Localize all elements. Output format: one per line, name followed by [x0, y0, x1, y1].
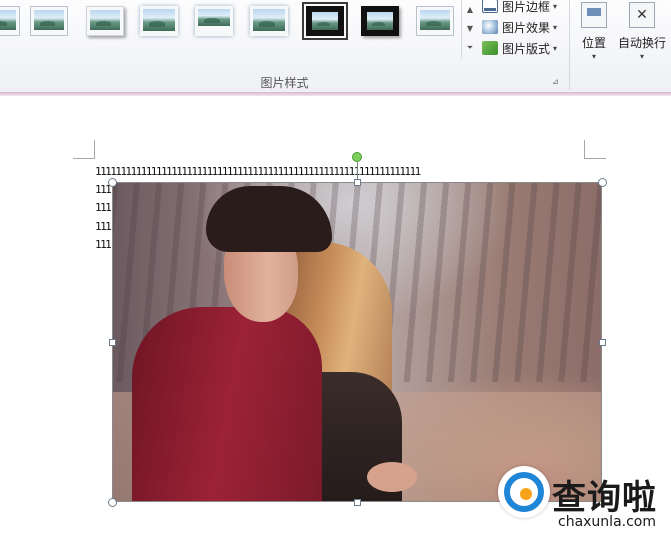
picture-style-thumb-selected[interactable] [302, 2, 348, 40]
margin-corner-left [94, 140, 95, 158]
text-line: 1111111111111111111111111111111111111111… [95, 165, 421, 178]
rotate-handle[interactable] [352, 152, 362, 162]
resize-handle-bottom[interactable] [354, 499, 361, 506]
position-icon [581, 2, 607, 28]
dialog-launcher-icon[interactable]: ⊿ [552, 77, 562, 87]
picture-effect-label: 图片效果 [502, 20, 551, 35]
wrap-text-button[interactable]: ✕ 自动换行 ▾ [616, 0, 668, 66]
position-button[interactable]: 位置 ▾ [573, 0, 615, 66]
chevron-down-icon: ▾ [553, 43, 558, 53]
wrap-text-label: 自动换行 [617, 36, 666, 50]
gallery-more-icon[interactable]: ⏷ [462, 38, 478, 57]
margin-corner-right [584, 158, 606, 159]
chevron-down-icon: ▾ [639, 52, 644, 61]
picture-border-label: 图片边框 [502, 0, 551, 14]
watermark-title: 查询啦 [552, 478, 657, 518]
resize-handle-right[interactable] [599, 339, 606, 346]
gallery-down-icon[interactable]: ▼ [462, 19, 478, 38]
picture-style-thumb[interactable] [195, 6, 233, 36]
resize-handle-bottom-left[interactable] [108, 498, 117, 507]
selection-frame [112, 182, 602, 502]
picture-style-thumb[interactable] [0, 6, 20, 36]
resize-handle-top-right[interactable] [598, 178, 607, 187]
watermark: 查询啦 chaxunla.com [490, 462, 671, 538]
chevron-down-icon: ▾ [553, 22, 558, 32]
picture-effect-icon [482, 20, 498, 34]
picture-border-icon [482, 0, 498, 13]
group-label-picture-styles: 图片样式 [260, 76, 309, 90]
picture-layout-button[interactable]: 图片版式 ▾ [482, 38, 557, 58]
margin-corner-left [73, 158, 95, 159]
watermark-url: chaxunla.com [558, 514, 656, 530]
picture-layout-label: 图片版式 [502, 41, 551, 56]
gallery-up-icon[interactable]: ▲ [462, 0, 478, 19]
picture-border-button[interactable]: 图片边框 ▾ [482, 0, 557, 16]
search-logo-icon [504, 472, 544, 512]
picture-style-thumb[interactable] [86, 6, 124, 36]
chevron-down-icon: ▾ [591, 52, 596, 61]
position-label: 位置 [581, 36, 606, 50]
picture-style-thumb[interactable] [30, 6, 68, 36]
chevron-down-icon: ▾ [553, 1, 558, 11]
group-separator [569, 0, 570, 90]
resize-handle-top-left[interactable] [108, 178, 117, 187]
picture-style-thumb[interactable] [416, 6, 454, 36]
resize-handle-left[interactable] [109, 339, 116, 346]
picture-style-thumb[interactable] [140, 6, 178, 36]
gallery-scroll: ▲ ▼ ⏷ [461, 0, 478, 58]
picture-effect-button[interactable]: 图片效果 ▾ [482, 17, 557, 37]
picture-styles-gallery [0, 2, 460, 46]
picture-layout-icon [482, 41, 498, 55]
ribbon-accent-bar [0, 92, 671, 96]
margin-corner-right [584, 140, 585, 158]
picture-style-thumb[interactable] [361, 6, 399, 36]
resize-handle-top[interactable] [354, 179, 361, 186]
wrap-text-icon: ✕ [629, 2, 655, 28]
picture-style-thumb[interactable] [250, 6, 288, 36]
ribbon: ▲ ▼ ⏷ 图片边框 ▾ 图片效果 ▾ 图片版式 ▾ 位置 ▾ ✕ 自动换行 ▾… [0, 0, 671, 93]
